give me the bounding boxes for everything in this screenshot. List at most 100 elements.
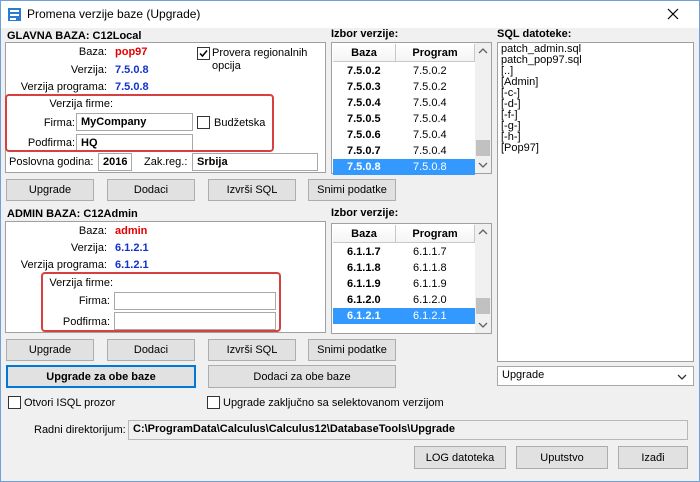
radni-dir-label: Radni direktorijum: bbox=[34, 424, 126, 436]
col-baza-1[interactable]: Baza bbox=[333, 44, 396, 62]
admin-verzija-value: 6.1.2.1 bbox=[115, 242, 149, 254]
admin-db-header: ADMIN BAZA: C12Admin bbox=[7, 208, 138, 220]
admin-baza-label: Baza: bbox=[78, 225, 107, 237]
admin-verzija-label: Verzija: bbox=[70, 242, 107, 254]
upgrade-zakljucno-checkbox[interactable] bbox=[207, 396, 220, 409]
main-upgrade-button[interactable]: Upgrade bbox=[6, 179, 94, 201]
col-program-1[interactable]: Program bbox=[396, 44, 475, 62]
version-table-1-scrollbar[interactable] bbox=[475, 43, 491, 173]
row-baza: 7.5.0.5 bbox=[347, 113, 381, 125]
main-baza-value: pop97 bbox=[115, 46, 148, 58]
checkmark-icon bbox=[199, 50, 208, 58]
sql-file-item[interactable]: [Pop97] bbox=[498, 143, 693, 154]
admin-baza-value: admin bbox=[115, 225, 148, 237]
col-program-2[interactable]: Program bbox=[396, 225, 475, 243]
row-baza: 7.5.0.4 bbox=[347, 97, 381, 109]
row-program: 6.1.2.1 bbox=[413, 310, 447, 322]
row-baza: 7.5.0.2 bbox=[347, 65, 381, 77]
row-program: 7.5.0.8 bbox=[413, 161, 447, 173]
version-row-1-2[interactable]: 7.5.0.4 7.5.0.4 bbox=[333, 95, 473, 111]
row-baza: 6.1.2.0 bbox=[347, 294, 381, 306]
admin-izvrsi-sql-button[interactable]: Izvrši SQL bbox=[208, 339, 296, 361]
scroll-up-icon[interactable] bbox=[475, 224, 491, 240]
close-icon bbox=[667, 8, 679, 20]
app-icon bbox=[8, 8, 21, 21]
row-program: 7.5.0.4 bbox=[413, 113, 447, 125]
sql-file-item[interactable]: [Admin] bbox=[498, 77, 693, 88]
main-dodaci-button[interactable]: Dodaci bbox=[107, 179, 195, 201]
row-baza: 7.5.0.3 bbox=[347, 81, 381, 93]
main-verzija-programa-label: Verzija programa: bbox=[20, 81, 107, 93]
row-program: 6.1.2.0 bbox=[413, 294, 447, 306]
sql-file-item[interactable]: patch_pop97.sql bbox=[498, 55, 693, 66]
version-row-1-1[interactable]: 7.5.0.3 7.5.0.2 bbox=[333, 79, 473, 95]
admin-snimi-button[interactable]: Snimi podatke bbox=[308, 339, 396, 361]
admin-verzija-programa-label: Verzija programa: bbox=[20, 259, 107, 271]
row-program: 6.1.1.8 bbox=[413, 262, 447, 274]
poslovna-godina-input[interactable]: 2016 bbox=[98, 153, 132, 171]
row-program: 7.5.0.2 bbox=[413, 65, 447, 77]
otvori-isql-label: Otvori ISQL prozor bbox=[24, 397, 116, 409]
sql-file-item[interactable]: [-c-] bbox=[498, 88, 693, 99]
scroll-thumb[interactable] bbox=[476, 298, 490, 314]
highlight-box-admin bbox=[41, 272, 281, 332]
sql-file-item[interactable]: [-f-] bbox=[498, 110, 693, 121]
provera-label: Provera regionalnih opcija bbox=[212, 47, 308, 72]
uputstvo-button[interactable]: Uputstvo bbox=[516, 446, 608, 469]
row-baza: 7.5.0.6 bbox=[347, 129, 381, 141]
dodaci-both-button[interactable]: Dodaci za obe baze bbox=[208, 365, 396, 388]
close-button[interactable] bbox=[653, 3, 693, 25]
version-row-2-4[interactable]: 6.1.2.1 6.1.2.1 bbox=[333, 308, 475, 324]
title-bar: Promena verzije baze (Upgrade) bbox=[1, 1, 699, 28]
version-table-2: Baza Program 6.1.1.7 6.1.1.7 6.1.1.8 6.1.1… bbox=[331, 223, 492, 334]
sql-mode-dropdown[interactable]: Upgrade bbox=[497, 366, 694, 386]
sql-files-list[interactable]: patch_admin.sql patch_pop97.sql [..] [Ad… bbox=[497, 42, 694, 362]
version-row-2-3[interactable]: 6.1.2.0 6.1.2.0 bbox=[333, 292, 473, 308]
col-baza-2[interactable]: Baza bbox=[333, 225, 396, 243]
provera-checkbox[interactable] bbox=[197, 47, 210, 60]
version-table-2-scrollbar[interactable] bbox=[475, 224, 491, 333]
row-program: 7.5.0.2 bbox=[413, 81, 447, 93]
main-izvrsi-sql-button[interactable]: Izvrši SQL bbox=[208, 179, 296, 201]
otvori-isql-checkbox[interactable] bbox=[8, 396, 21, 409]
main-db-header: GLAVNA BAZA: C12Local bbox=[7, 30, 142, 42]
row-program: 7.5.0.4 bbox=[413, 97, 447, 109]
row-baza: 7.5.0.7 bbox=[347, 145, 381, 157]
version-row-1-4[interactable]: 7.5.0.6 7.5.0.4 bbox=[333, 127, 473, 143]
admin-upgrade-button[interactable]: Upgrade bbox=[6, 339, 94, 361]
admin-dodaci-button[interactable]: Dodaci bbox=[107, 339, 195, 361]
scroll-down-icon[interactable] bbox=[475, 157, 491, 173]
main-snimi-button[interactable]: Snimi podatke bbox=[308, 179, 396, 201]
version-row-2-0[interactable]: 6.1.1.7 6.1.1.7 bbox=[333, 244, 473, 260]
zak-reg-input[interactable]: Srbija bbox=[192, 153, 318, 171]
version-table-2-header: Baza Program bbox=[333, 225, 475, 243]
sql-mode-value: Upgrade bbox=[502, 369, 545, 381]
version-row-1-0[interactable]: 7.5.0.2 7.5.0.2 bbox=[333, 63, 473, 79]
version-table-1: Baza Program 7.5.0.2 7.5.0.2 7.5.0.3 7.5.0… bbox=[331, 42, 492, 175]
zak-reg-label: Zak.reg.: bbox=[144, 156, 188, 168]
row-baza: 6.1.1.9 bbox=[347, 278, 381, 290]
version-select-2-header: Izbor verzije: bbox=[331, 207, 399, 219]
sql-file-item[interactable]: [-g-] bbox=[498, 121, 693, 132]
row-baza: 6.1.1.8 bbox=[347, 262, 381, 274]
upgrade-both-button[interactable]: Upgrade za obe baze bbox=[6, 365, 196, 388]
scroll-up-icon[interactable] bbox=[475, 43, 491, 59]
version-row-2-2[interactable]: 6.1.1.9 6.1.1.9 bbox=[333, 276, 473, 292]
version-row-1-6[interactable]: 7.5.0.8 7.5.0.8 bbox=[333, 159, 475, 175]
log-button[interactable]: LOG datoteka bbox=[414, 446, 506, 469]
row-program: 6.1.1.7 bbox=[413, 246, 447, 258]
sql-file-item[interactable]: [-d-] bbox=[498, 99, 693, 110]
radni-dir-input[interactable]: C:\ProgramData\Calculus\Calculus12\Datab… bbox=[128, 420, 688, 440]
izadji-button[interactable]: Izađi bbox=[618, 446, 688, 469]
version-row-2-1[interactable]: 6.1.1.8 6.1.1.8 bbox=[333, 260, 473, 276]
row-program: 7.5.0.4 bbox=[413, 129, 447, 141]
version-select-1-header: Izbor verzije: bbox=[331, 28, 399, 40]
scroll-thumb[interactable] bbox=[476, 140, 490, 156]
admin-verzija-programa-value: 6.1.2.1 bbox=[115, 259, 149, 271]
upgrade-zakljucno-label: Upgrade zaključno sa selektovanom verzij… bbox=[223, 397, 444, 409]
row-baza: 6.1.1.7 bbox=[347, 246, 381, 258]
version-row-1-3[interactable]: 7.5.0.5 7.5.0.4 bbox=[333, 111, 473, 127]
scroll-down-icon[interactable] bbox=[475, 317, 491, 333]
version-row-1-5[interactable]: 7.5.0.7 7.5.0.4 bbox=[333, 143, 473, 159]
row-baza: 6.1.2.1 bbox=[347, 310, 381, 322]
